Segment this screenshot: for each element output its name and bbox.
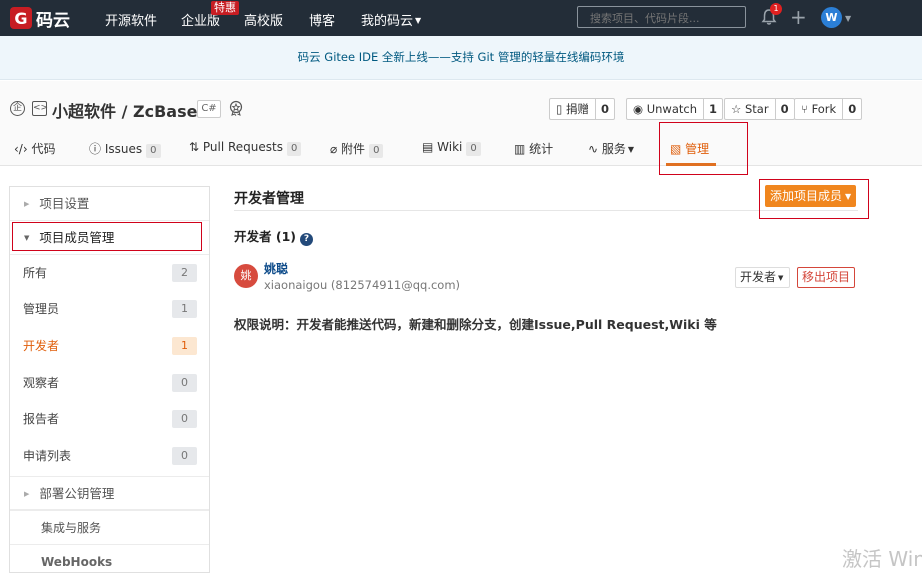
fork-button[interactable]: ⑂ Fork 0 [794,98,863,120]
donate-count: 0 [600,102,609,116]
wiki-count: 0 [466,142,481,156]
recommend-badge-icon[interactable] [228,100,244,116]
code-repo-icon: <> [32,101,48,116]
donate-button[interactable]: ▯ 捐赠 0 [549,98,615,120]
tab-attachments[interactable]: ⌀ 附件 0 [330,140,384,158]
unwatch-label: ◉ Unwatch [627,99,704,119]
active-tab-indicator [666,163,716,166]
settings-sidebar: ▶ 项目设置 ▼ 项目成员管理 所有 2 管理员 1 开发者 1 观察者 0 报告者 0 申请… [9,186,210,573]
sidebar-group-deploy-keys[interactable]: ▶ 部署公钥管理 [10,476,209,510]
issues-count: 0 [146,144,161,158]
count-badge: 0 [172,410,197,428]
count-badge: 2 [172,264,197,282]
enterprise-promo-badge: 特惠 [211,1,239,15]
caret-down-icon: ▼ [24,234,30,242]
chevron-down-icon: ▼ [627,145,635,154]
permission-note: 权限说明：开发者能推送代码，新建和删除分支，创建Issue,Pull Reque… [234,317,717,332]
book-icon: ▤ [422,140,438,154]
fork-count: 0 [848,102,857,116]
notification-count-badge: 1 [770,3,782,15]
tab-stats[interactable]: ▥ 统计 [514,140,553,157]
logo-text: 码云 [36,10,70,31]
sidebar-item-integrations[interactable]: 集成与服务 [10,510,209,544]
member-name-link[interactable]: 姚聪 [264,260,288,277]
nav-university[interactable]: 高校版 [244,10,283,29]
watch-count: 1 [708,102,717,116]
tab-manage[interactable]: ▧ 管理 [670,140,709,157]
attachments-count: 0 [369,144,384,158]
fork-icon: ⑂ [801,102,812,116]
eye-icon: ◉ [633,102,647,116]
create-plus-icon[interactable]: + [790,6,807,28]
fork-label: ⑂ Fork [795,99,844,119]
pulse-icon: ∿ [588,142,602,156]
chevron-down-icon[interactable]: ▼ [845,14,851,23]
nav-blog[interactable]: 博客 [309,10,335,29]
tab-pull-requests[interactable]: ⇅ Pull Requests 0 [189,140,302,156]
sidebar-item-admins[interactable]: 管理员 1 [10,291,209,327]
donate-label: ▯ 捐赠 [550,99,596,119]
repo-title[interactable]: 小超软件 / ZcBase [52,98,197,122]
nav-my-gitee-label: 我的码云 [361,14,414,29]
windows-activation-watermark: 激活 Win [842,547,922,571]
repo-tabs: ‹/› 代码 ⓘ Issues 0 ⇅ Pull Requests 0 ⌀ 附件 0 … [0,136,922,166]
tab-services[interactable]: ∿ 服务 ▼ [588,140,634,157]
search-input[interactable] [577,6,746,28]
caret-right-icon: ▶ [24,200,30,208]
announcement-bar[interactable]: 码云 Gitee IDE 全新上线——支持 Git 管理的轻量在线编码环境 [0,36,922,80]
sidebar-item-all[interactable]: 所有 2 [10,255,209,291]
top-navbar: G 码云 开源软件 企业版 特惠 高校版 博客 我的码云▼ 1 + W ▼ [0,0,922,36]
role-select[interactable]: 开发者 ▼ [735,267,790,288]
help-icon[interactable]: ? [299,233,313,246]
gitee-logo[interactable]: G 码云 [10,7,70,31]
pull-request-icon: ⇅ [189,140,203,154]
star-count: 0 [780,102,789,116]
add-member-button[interactable]: 添加项目成员 ▼ [765,185,856,207]
sidebar-item-applications[interactable]: 申请列表 0 [10,438,209,474]
language-tag[interactable]: C# [197,100,221,118]
user-avatar[interactable]: W [821,7,842,28]
caret-down-icon: ▼ [845,192,852,201]
nav-open-source[interactable]: 开源软件 [105,10,157,29]
star-button[interactable]: ☆ Star 0 [724,98,795,120]
tab-issues[interactable]: ⓘ Issues 0 [89,140,161,158]
sidebar-item-observers[interactable]: 观察者 0 [10,365,209,401]
sidebar-group-project-settings[interactable]: ▶ 项目设置 [10,187,209,221]
count-badge: 0 [172,374,197,392]
repo-header: 企 <> 小超软件 / ZcBase C# ▯ 捐赠 0 ◉ Unwatch 1… [0,81,922,166]
sidebar-item-webhooks[interactable]: WebHooks [10,544,209,573]
sidebar-item-developers[interactable]: 开发者 1 [10,328,209,364]
star-label: ☆ Star [725,99,776,119]
donate-icon: ▯ [556,102,566,116]
page-title: 开发者管理 [234,191,304,207]
count-badge: 1 [172,337,197,355]
developers-section-heading: 开发者 (1)? [234,226,313,246]
avatar[interactable]: 姚 [234,264,258,288]
chevron-down-icon: ▼ [415,16,422,25]
remove-member-button[interactable]: 移出项目 [797,267,855,288]
unwatch-button[interactable]: ◉ Unwatch 1 [626,98,723,120]
nav-my-gitee[interactable]: 我的码云 ▼ [361,10,421,29]
issue-icon: ⓘ [89,142,105,156]
member-account: xiaonaigou (812574911@qq.com) [264,278,461,292]
enterprise-icon: 企 [10,101,25,116]
caret-right-icon: ▶ [24,490,30,498]
star-icon: ☆ [731,102,745,116]
tab-wiki[interactable]: ▤ Wiki 0 [422,140,481,156]
count-badge: 1 [172,300,197,318]
code-icon: ‹/› [14,142,32,156]
announcement-text[interactable]: 码云 Gitee IDE 全新上线——支持 Git 管理的轻量在线编码环境 [298,50,625,64]
sidebar-item-reporters[interactable]: 报告者 0 [10,401,209,437]
logo-mark: G [10,7,32,29]
manage-icon: ▧ [670,142,686,156]
title-divider [234,210,858,211]
sidebar-group-member-management[interactable]: ▼ 项目成员管理 [10,221,209,255]
count-badge: 0 [172,447,197,465]
caret-down-icon: ▼ [778,274,784,282]
paperclip-icon: ⌀ [330,142,342,156]
pull-requests-count: 0 [286,142,302,156]
bar-chart-icon: ▥ [514,142,530,156]
tab-code[interactable]: ‹/› 代码 [14,140,55,157]
